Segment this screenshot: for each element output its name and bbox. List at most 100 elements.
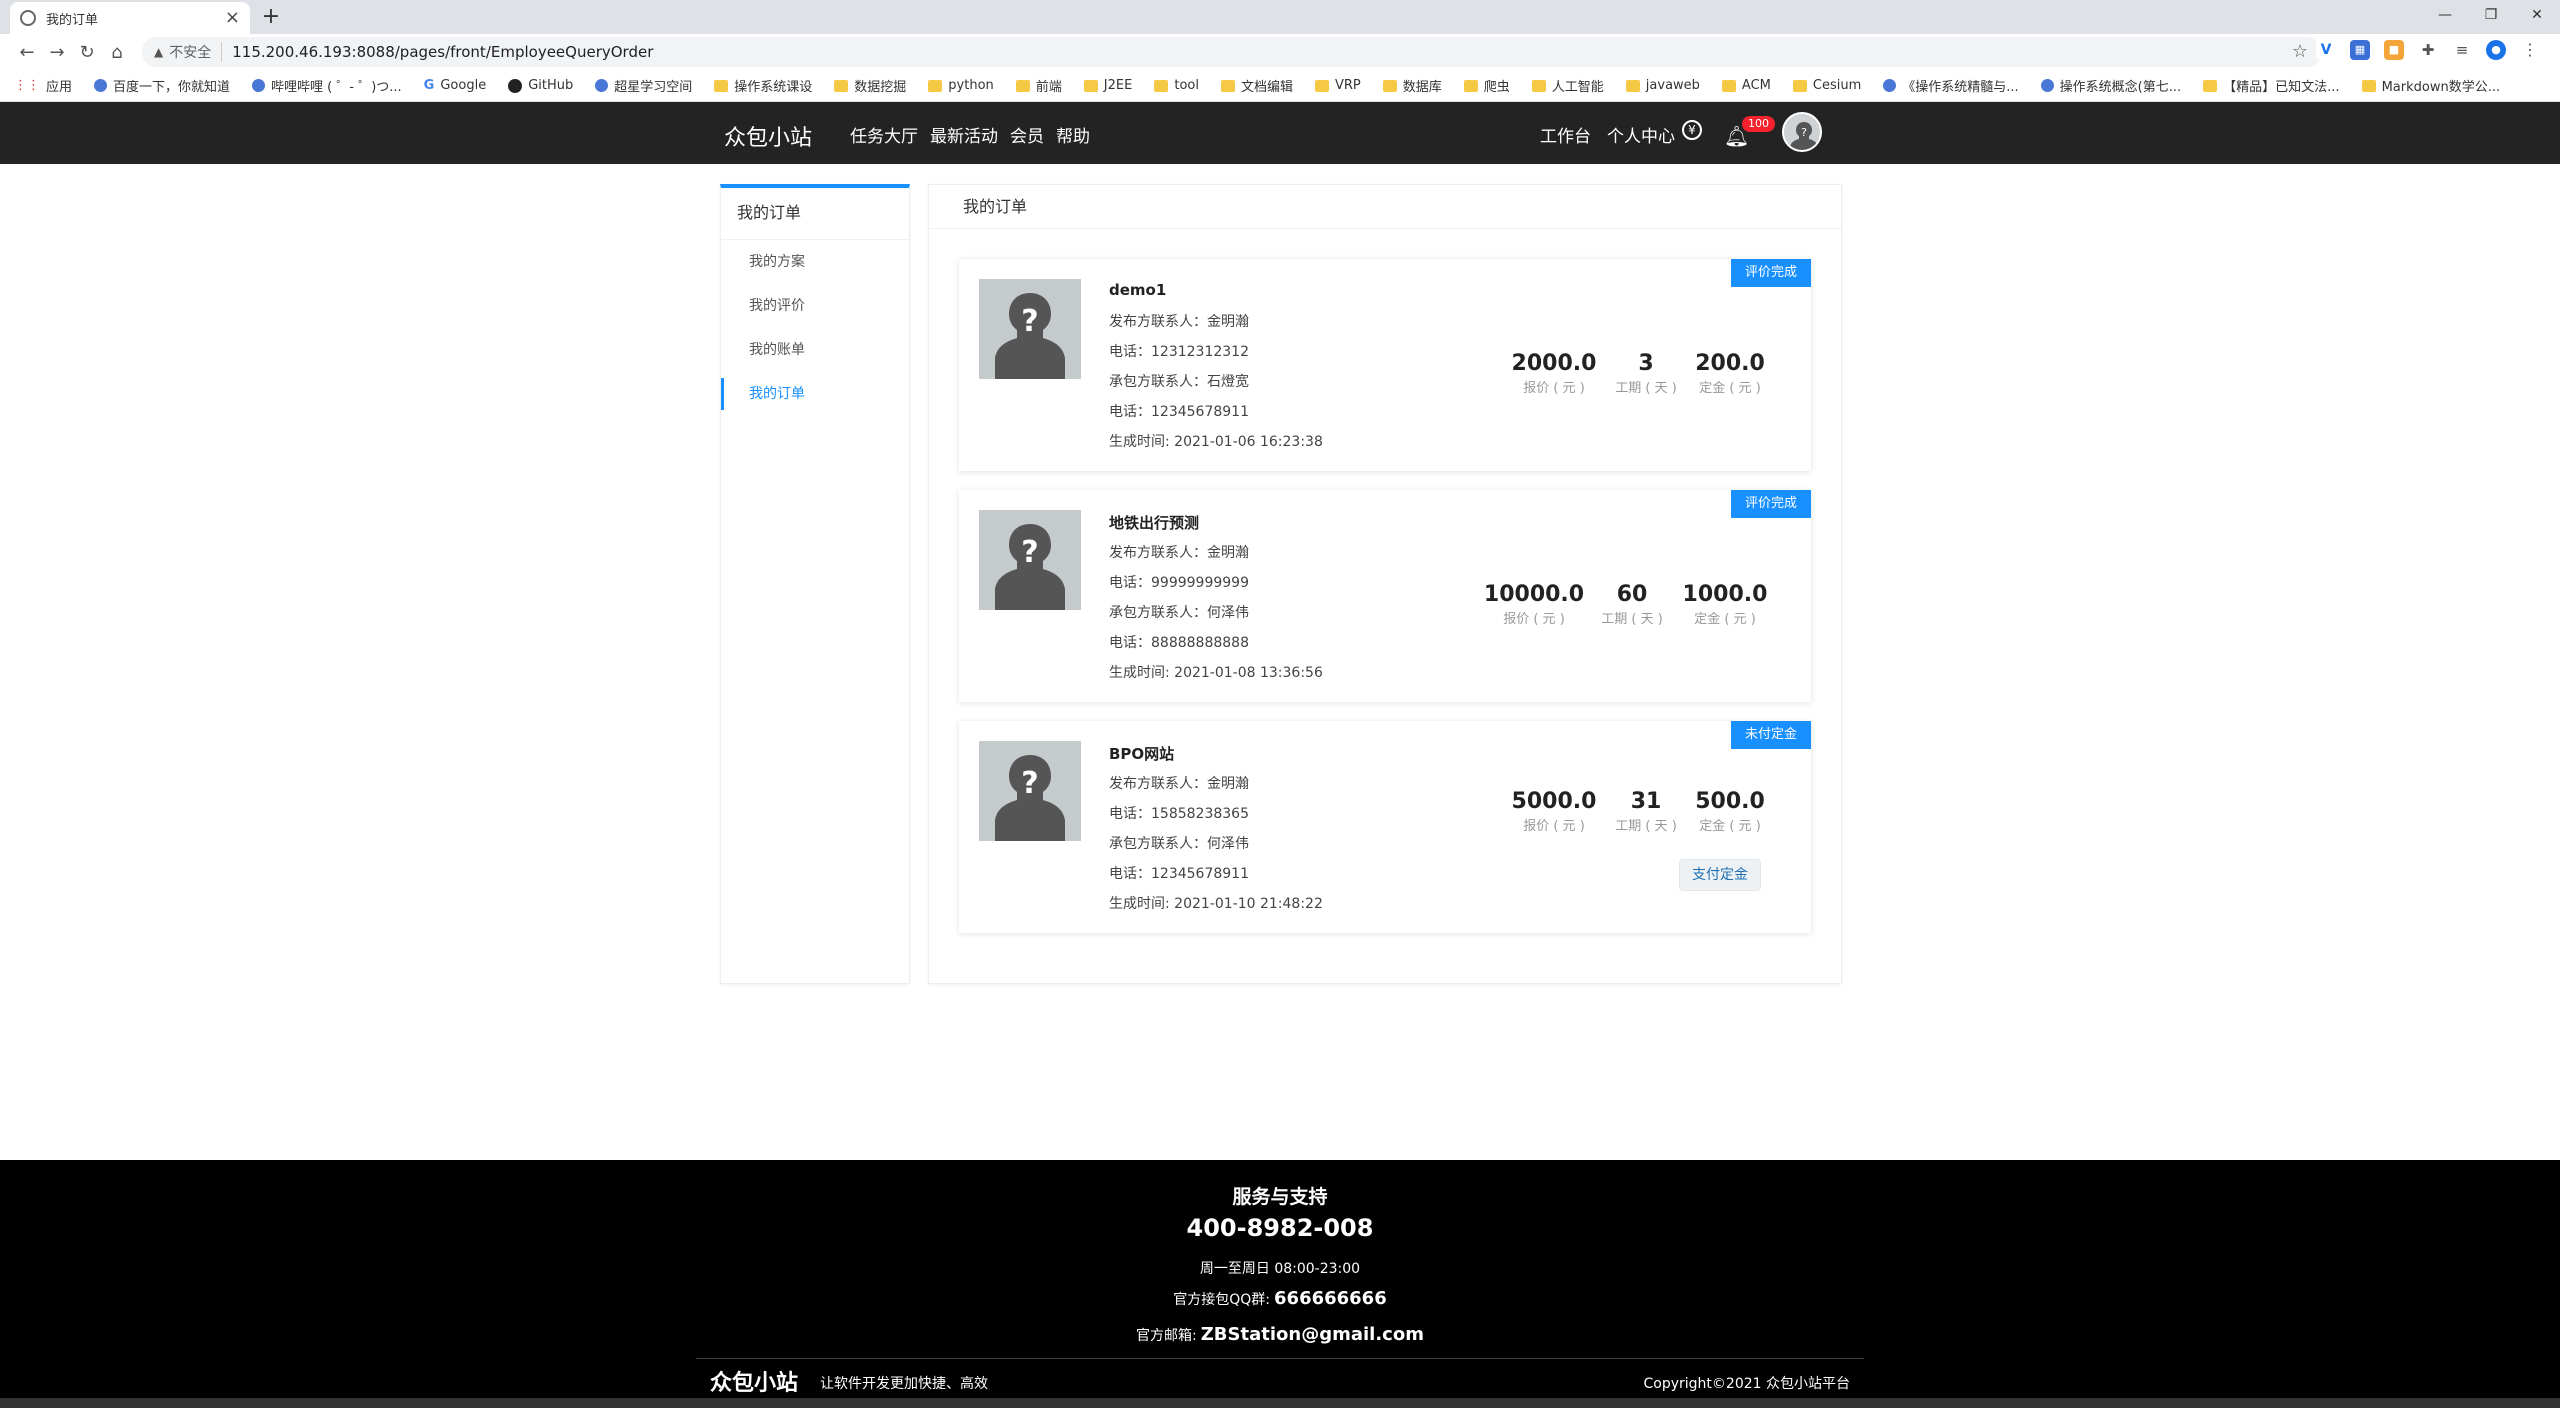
sidebar-item-my-bills[interactable]: 我的账单	[721, 328, 909, 372]
bookmark-item[interactable]: 操作系统概念(第七...	[2040, 76, 2181, 95]
bookmark-label: ACM	[1741, 78, 1771, 93]
duration-stat: 31 工期 ( 天 )	[1611, 787, 1681, 837]
bookmark-icon: ⋮⋮	[14, 78, 40, 93]
created-time: 生成时间: 2021-01-06 16:23:38	[1109, 434, 1323, 450]
bookmark-label: J2EE	[1103, 78, 1133, 93]
contractor-contact: 承包方联系人：石燈宽	[1109, 374, 1249, 390]
bookmark-label: VRP	[1334, 78, 1361, 93]
nav-task-hall[interactable]: 任务大厅	[850, 122, 918, 147]
browser-tab-strip: 我的订单 × + — ❐ ✕	[0, 0, 2560, 34]
window-controls: — ❐ ✕	[2422, 0, 2560, 34]
bookmark-item[interactable]: 前端	[1015, 76, 1062, 95]
bookmark-item[interactable]: 数据挖掘	[834, 76, 906, 95]
sidebar-item-my-reviews[interactable]: 我的评价	[721, 284, 909, 328]
status-badge: 未付定金	[1730, 721, 1811, 749]
url-input[interactable]: ▲ 不安全 115.200.46.193:8088/pages/front/Em…	[142, 37, 2322, 67]
bookmark-icon	[94, 79, 108, 92]
price-stat: 2000.0 报价 ( 元 )	[1509, 349, 1599, 399]
deposit-label: 定金 ( 元 )	[1694, 612, 1756, 627]
menu-dots-icon[interactable]: ⋮	[2520, 40, 2540, 60]
order-thumbnail: ?	[979, 279, 1081, 379]
sidebar-item-my-orders[interactable]: 我的订单	[721, 372, 909, 416]
bookmark-item[interactable]: Cesium	[1792, 78, 1861, 93]
price-label: 报价 ( 元 )	[1523, 819, 1585, 834]
back-icon[interactable]: ←	[12, 42, 42, 63]
forward-icon[interactable]: →	[42, 42, 72, 63]
deposit-stat: 1000.0 定金 ( 元 )	[1675, 580, 1775, 630]
bookmark-icon	[1220, 79, 1235, 92]
price-value: 10000.0	[1483, 582, 1585, 607]
bookmark-icon	[1314, 79, 1329, 92]
nav-membership[interactable]: 会员	[1010, 122, 1044, 147]
reload-icon[interactable]: ↻	[72, 42, 102, 63]
sidebar-item-my-plans[interactable]: 我的方案	[721, 240, 909, 284]
bookmark-item[interactable]: 数据库	[1382, 76, 1442, 95]
bookmark-item[interactable]: 人工智能	[1531, 76, 1604, 95]
nav-latest-activities[interactable]: 最新活动	[930, 122, 998, 147]
mail-label: 官方邮箱:	[1136, 1328, 1197, 1344]
site-logo[interactable]: 众包小站	[724, 120, 812, 152]
reading-list-icon[interactable]: ≡	[2452, 40, 2472, 60]
bookmark-item[interactable]: 文档编辑	[1220, 76, 1293, 95]
bookmark-label: 操作系统课设	[734, 80, 813, 95]
new-tab-button[interactable]: +	[258, 4, 284, 30]
publisher-contact: 发布方联系人：金明瀚	[1109, 314, 1249, 330]
bookmark-item[interactable]: javaweb	[1625, 78, 1700, 93]
created-time: 生成时间: 2021-01-10 21:48:22	[1109, 896, 1323, 912]
duration-label: 工期 ( 天 )	[1615, 381, 1677, 396]
close-icon[interactable]: ×	[225, 7, 240, 28]
svg-text:?: ?	[1021, 304, 1038, 339]
bookmark-item[interactable]: 操作系统课设	[714, 76, 812, 95]
minimize-icon[interactable]: —	[2422, 0, 2468, 34]
bookmarks-bar: ⋮⋮ 应用 百度一下，你就知道 哔哩哔哩 ( ゜- ゜)つ... G Google GitH…	[0, 70, 2560, 102]
contractor-phone: 电话：88888888888	[1109, 635, 1249, 651]
bookmark-item[interactable]: J2EE	[1083, 78, 1133, 93]
bookmark-item[interactable]: 爬虫	[1463, 76, 1510, 95]
mail-address[interactable]: ZBStation@gmail.com	[1201, 1324, 1424, 1345]
profile-icon[interactable]: ●	[2486, 40, 2506, 60]
bookmark-icon	[2040, 79, 2054, 92]
bookmark-item[interactable]: 百度一下，你就知道	[94, 76, 230, 95]
bookmark-label: 数据库	[1402, 80, 1442, 95]
publisher-phone: 电话：12312312312	[1109, 344, 1249, 360]
bookmark-icon	[508, 78, 523, 93]
bookmark-item[interactable]: ⋮⋮ 应用	[14, 76, 72, 95]
bookmark-item[interactable]: VRP	[1314, 78, 1361, 93]
bookmark-label: python	[948, 78, 994, 93]
bookmark-item[interactable]: 超星学习空间	[595, 76, 692, 95]
deposit-value: 200.0	[1695, 351, 1765, 376]
close-window-icon[interactable]: ✕	[2514, 0, 2560, 34]
extension-v-icon[interactable]: V	[2316, 40, 2336, 60]
bookmark-item[interactable]: G Google	[424, 78, 487, 93]
bookmark-item[interactable]: ACM	[1721, 78, 1771, 93]
coin-icon[interactable]: ¥	[1682, 120, 1702, 140]
bookmark-label: tool	[1174, 78, 1199, 93]
bookmark-item[interactable]: 哔哩哔哩 ( ゜- ゜)つ...	[252, 76, 402, 95]
tab-title: 我的订单	[46, 12, 99, 28]
restore-icon[interactable]: ❐	[2468, 0, 2514, 34]
nav-help[interactable]: 帮助	[1056, 122, 1090, 147]
extension-square-icon[interactable]: ■	[2384, 40, 2404, 60]
deposit-label: 定金 ( 元 )	[1699, 819, 1761, 834]
bookmark-star-icon[interactable]: ☆	[2292, 41, 2308, 62]
bookmark-label: 文档编辑	[1240, 80, 1293, 95]
bookmark-item[interactable]: 【精品】已知文法...	[2203, 76, 2340, 95]
bookmark-item[interactable]: Markdown数学公...	[2361, 76, 2500, 95]
browser-tab[interactable]: 我的订单 ×	[10, 2, 250, 34]
price-stat: 5000.0 报价 ( 元 )	[1509, 787, 1599, 837]
bookmark-item[interactable]: tool	[1154, 78, 1199, 93]
bookmark-item[interactable]: python	[928, 78, 994, 93]
extension-grid-icon[interactable]: ▦	[2350, 40, 2370, 60]
avatar[interactable]: ?	[1782, 112, 1822, 152]
bookmark-item[interactable]: 《操作系统精髓与...	[1883, 76, 2019, 95]
bookmark-icon	[1015, 79, 1030, 92]
pay-deposit-button[interactable]: 支付定金	[1679, 859, 1761, 891]
puzzle-icon[interactable]: ✚	[2418, 40, 2438, 60]
insecure-label[interactable]: 不安全	[169, 42, 223, 62]
nav-personal-center[interactable]: 个人中心	[1607, 122, 1675, 147]
nav-workbench[interactable]: 工作台	[1540, 122, 1591, 147]
bookmark-item[interactable]: GitHub	[508, 78, 573, 93]
bookmark-icon: G	[423, 78, 435, 93]
home-icon[interactable]: ⌂	[102, 42, 132, 63]
orders-panel: 我的订单 ? 评价完成 demo1 发布方联系人：金明瀚 电话：12312312…	[928, 184, 1842, 984]
